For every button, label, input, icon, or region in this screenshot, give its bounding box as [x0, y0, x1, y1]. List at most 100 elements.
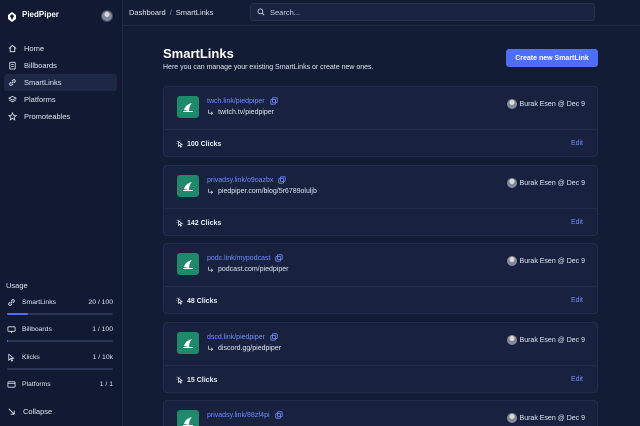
copy-icon[interactable] — [274, 411, 283, 419]
usage-title: Usage — [6, 281, 28, 290]
smartlink-card: dscd.link/piedpiper discord.gg/piedpiper… — [163, 322, 598, 393]
sidebar: PiedPiper Home Billboards SmartLinks Pla… — [0, 0, 123, 426]
usage-klicks: Klicks 1 / 10k — [7, 352, 113, 370]
avatar — [506, 178, 517, 188]
usage-label: Platforms — [22, 380, 51, 388]
smartlink-author-text: Burak Esen @ Dec 9 — [519, 100, 585, 108]
sidebar-item-platforms[interactable]: Platforms — [0, 91, 123, 108]
create-smartlink-button[interactable]: Create new SmartLink — [506, 49, 598, 67]
redirect-arrow-icon — [208, 345, 214, 351]
card-divider — [164, 286, 597, 287]
avatar — [506, 335, 517, 345]
smartlink-destination-text: piedpiper.com/blog/5r6789oluljb — [218, 188, 317, 195]
copy-icon[interactable] — [275, 254, 284, 262]
smartlink-destination-text: twitch.tv/piedpiper — [218, 109, 275, 116]
sidebar-nav: Home Billboards SmartLinks Platforms Pro… — [0, 40, 123, 125]
copy-icon[interactable] — [269, 97, 278, 105]
smartlink-clicks: 48 Clicks — [176, 297, 217, 305]
search-box[interactable] — [250, 3, 595, 21]
smartlink-destination-text: discord.gg/piedpiper — [218, 345, 282, 352]
edit-button[interactable]: Edit — [571, 219, 583, 226]
copy-icon[interactable] — [278, 176, 287, 184]
user-avatar[interactable] — [101, 10, 113, 22]
sidebar-item-label: Billboards — [24, 61, 57, 70]
smartlink-clicks: 142 Clicks — [176, 219, 221, 227]
card-divider — [164, 365, 597, 366]
smartlink-url[interactable]: podc.link/mypodcast — [207, 254, 284, 262]
card-divider — [164, 208, 597, 209]
usage-label: Klicks — [22, 353, 40, 361]
sidebar-item-label: Platforms — [24, 95, 56, 104]
usage-billboards: Billboards 1 / 100 — [7, 324, 113, 342]
billboard-icon — [7, 325, 16, 334]
smartlink-url-text: dscd.link/piedpiper — [207, 333, 265, 341]
smartlink-clicks-text: 100 Clicks — [187, 140, 222, 148]
smartlink-url[interactable]: privadsy.link/o9oazbx — [207, 176, 287, 184]
click-icon — [176, 376, 184, 384]
smartlink-url[interactable]: privadsy.link/88zf4pi — [207, 411, 283, 419]
sidebar-item-home[interactable]: Home — [0, 40, 123, 57]
smartlink-url-text: twch.link/piedpiper — [207, 97, 265, 105]
breadcrumb-dashboard[interactable]: Dashboard — [129, 8, 166, 17]
usage-value: 1 / 100 — [92, 325, 113, 333]
smartlink-url[interactable]: dscd.link/piedpiper — [207, 333, 278, 341]
brand-name: PiedPiper — [22, 9, 59, 19]
star-icon — [8, 112, 17, 121]
smartlink-destination-text: podcast.com/piedpiper — [218, 266, 289, 273]
smartlink-author: Burak Esen @ Dec 9 — [506, 256, 585, 266]
usage-label: SmartLinks — [22, 298, 56, 306]
brand[interactable]: PiedPiper — [8, 9, 59, 22]
smartlink-author-text: Burak Esen @ Dec 9 — [519, 179, 585, 187]
avatar — [506, 256, 517, 266]
page-subtitle: Here you can manage your existing SmartL… — [163, 64, 374, 71]
link-icon — [7, 298, 16, 307]
smartlink-author: Burak Esen @ Dec 9 — [506, 413, 585, 423]
platform-logo-icon — [177, 175, 199, 197]
smartlink-clicks-text: 142 Clicks — [187, 219, 222, 227]
copy-icon[interactable] — [270, 333, 278, 341]
usage-platforms: Platforms 1 / 1 — [7, 379, 113, 389]
sidebar-item-billboards[interactable]: Billboards — [0, 57, 123, 74]
smartlink-clicks: 15 Clicks — [176, 376, 217, 384]
smartlink-card: twch.link/piedpiper twitch.tv/piedpiper … — [163, 86, 598, 157]
usage-bar — [7, 313, 113, 315]
smartlink-destination: piedpiper.com/blog/5r6789oluljb — [207, 188, 317, 195]
breadcrumb-current: SmartLinks — [175, 8, 214, 17]
link-icon — [8, 78, 17, 87]
search-icon — [257, 3, 265, 21]
edit-button[interactable]: Edit — [571, 297, 583, 304]
click-icon — [176, 297, 184, 305]
usage-value: 1 / 1 — [99, 380, 113, 388]
smartlink-clicks: 100 Clicks — [176, 140, 221, 148]
usage-bar-fill — [7, 340, 9, 342]
smartlink-author-text: Burak Esen @ Dec 9 — [519, 336, 585, 344]
redirect-arrow-icon — [208, 266, 214, 272]
smartlink-card: podc.link/mypodcast podcast.com/piedpipe… — [163, 243, 598, 314]
breadcrumb-separator: / — [169, 8, 172, 17]
smartlink-destination: podcast.com/piedpiper — [207, 266, 288, 273]
sidebar-item-promoteables[interactable]: Promoteables — [0, 108, 123, 125]
usage-value: 20 / 100 — [88, 298, 113, 306]
smartlink-author: Burak Esen @ Dec 9 — [506, 99, 585, 109]
clipboard-icon — [8, 61, 17, 70]
smartlink-author-text: Burak Esen @ Dec 9 — [519, 414, 585, 422]
smartlink-clicks-text: 15 Clicks — [187, 376, 218, 384]
smartlink-url[interactable]: twch.link/piedpiper — [207, 97, 278, 105]
usage-bar-fill — [7, 313, 29, 315]
usage-bar — [7, 368, 113, 370]
search-input[interactable] — [270, 7, 570, 17]
page-title: SmartLinks — [163, 46, 234, 61]
usage-label: Billboards — [22, 325, 52, 333]
collapse-arrow-icon — [7, 407, 16, 416]
collapse-button[interactable]: Collapse — [7, 407, 52, 416]
sidebar-item-smartlinks[interactable]: SmartLinks — [4, 74, 117, 91]
usage-smartlinks: SmartLinks 20 / 100 — [7, 297, 113, 315]
platform-logo-icon — [177, 410, 199, 426]
click-icon — [176, 140, 184, 148]
platform-icon — [7, 380, 16, 389]
edit-button[interactable]: Edit — [571, 140, 583, 147]
redirect-arrow-icon — [208, 109, 214, 115]
sidebar-item-label: SmartLinks — [24, 78, 62, 87]
edit-button[interactable]: Edit — [571, 376, 583, 383]
avatar — [506, 99, 517, 109]
